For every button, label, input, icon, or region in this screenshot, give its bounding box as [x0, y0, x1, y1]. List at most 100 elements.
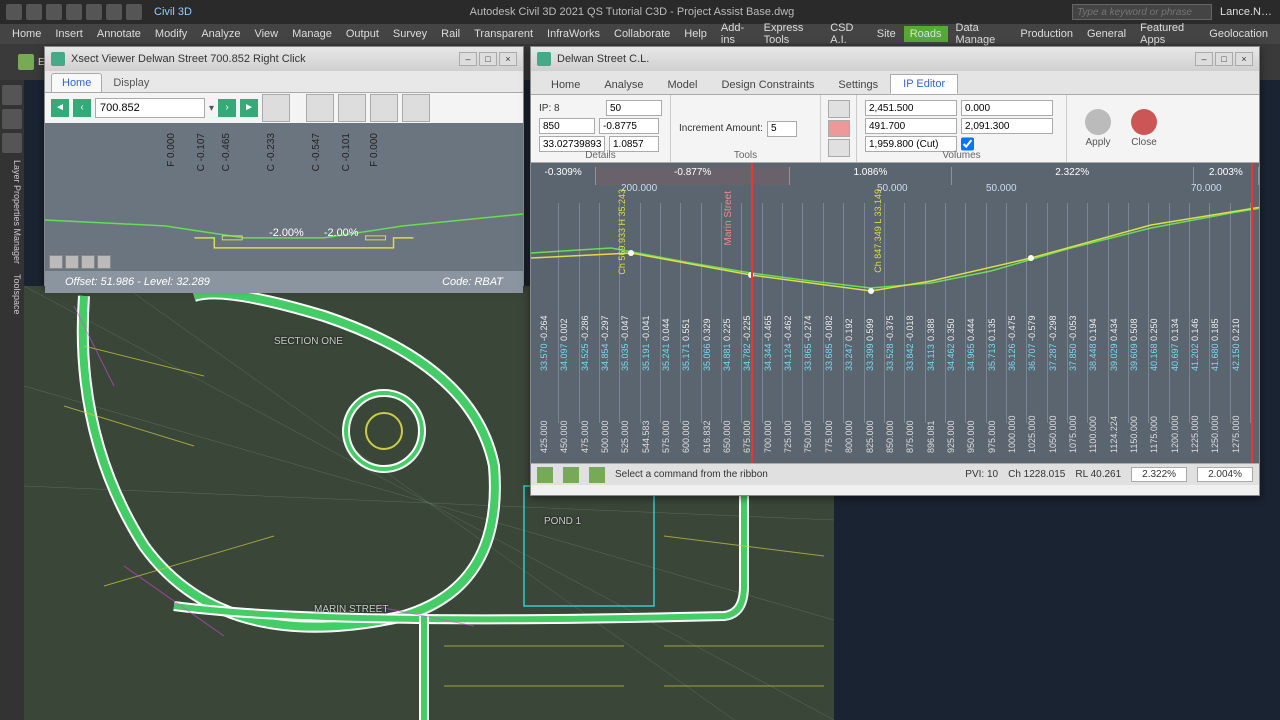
chainage-input[interactable] — [95, 98, 205, 118]
level-value: 35.241 — [661, 355, 681, 371]
prev-arrow-button[interactable]: ◄ — [51, 99, 69, 117]
diff-value: 0.388 — [926, 325, 946, 341]
delete-ip-button[interactable] — [828, 120, 850, 138]
nudge-up-button[interactable] — [828, 100, 850, 118]
diff-value: -0.297 — [600, 325, 620, 341]
tab-display[interactable]: Display — [102, 73, 160, 92]
mini-tool[interactable] — [65, 255, 79, 269]
minimize-button[interactable]: – — [459, 52, 477, 66]
ribbon-tab[interactable]: Transparent — [468, 26, 539, 42]
profile-titlebar[interactable]: Delwan Street C.L. – □ × — [531, 47, 1259, 71]
ribbon-tab[interactable]: Output — [340, 26, 385, 42]
volume-field[interactable] — [865, 118, 957, 134]
qat-btn[interactable] — [86, 4, 102, 20]
ribbon-tab[interactable]: Add-ins — [715, 20, 756, 48]
qat-btn[interactable] — [126, 4, 142, 20]
tab-ip-editor[interactable]: IP Editor — [890, 74, 958, 94]
minimize-button[interactable]: – — [1195, 52, 1213, 66]
ribbon-tab[interactable]: Production — [1014, 26, 1079, 42]
mini-tool[interactable] — [81, 255, 95, 269]
vertical-marker[interactable] — [1251, 163, 1253, 463]
maximize-button[interactable]: □ — [1215, 52, 1233, 66]
volume-field[interactable] — [961, 118, 1053, 134]
xsect-vlabel: C -0.233 — [266, 133, 277, 171]
volume-field[interactable] — [961, 100, 1053, 116]
ribbon-tab[interactable]: Home — [6, 26, 47, 42]
ribbon-tab[interactable]: InfraWorks — [541, 26, 606, 42]
apply-button[interactable]: Apply — [1075, 104, 1121, 154]
ribbon-tab[interactable]: Collaborate — [608, 26, 676, 42]
maximize-button[interactable]: □ — [479, 52, 497, 66]
detail-field[interactable] — [539, 118, 595, 134]
status-icon[interactable] — [537, 467, 553, 483]
qat-btn[interactable] — [106, 4, 122, 20]
ribbon-tab[interactable]: Help — [678, 26, 713, 42]
xsect-tool-button[interactable] — [338, 94, 366, 122]
vbar-btn[interactable] — [2, 85, 22, 105]
next-arrow-button[interactable]: › — [218, 99, 236, 117]
xsect-tool-button[interactable] — [402, 94, 430, 122]
ribbon-tab[interactable]: Express Tools — [758, 20, 823, 48]
mini-tool[interactable] — [97, 255, 111, 269]
user-menu[interactable]: Lance.N… — [1212, 6, 1280, 18]
ribbon-tab[interactable]: Insert — [49, 26, 89, 42]
xsect-canvas[interactable]: -2.00% -2.00% F 0.000C -0.107C -0.465C -… — [45, 123, 523, 293]
vbar-label: Layer Properties Manager — [0, 156, 24, 268]
apply-icon — [1085, 109, 1111, 135]
level-value: 34.782 — [742, 355, 762, 371]
ip-field[interactable] — [606, 100, 662, 116]
profile-chart[interactable]: -0.309% -0.877% 1.086% 2.322% 2.003% 200… — [531, 163, 1259, 463]
xsect-titlebar[interactable]: Xsect Viewer Delwan Street 700.852 Right… — [45, 47, 523, 71]
tab-analyse[interactable]: Analyse — [592, 76, 655, 94]
ribbon-tab[interactable]: Roads — [904, 26, 948, 42]
vbar-btn[interactable] — [2, 109, 22, 129]
chainage-value: 950.000 — [966, 433, 986, 453]
xsect-tool-button[interactable] — [306, 94, 334, 122]
tab-home[interactable]: Home — [539, 76, 592, 94]
close-button[interactable]: × — [1235, 52, 1253, 66]
mini-tool[interactable] — [49, 255, 63, 269]
ribbon-tab[interactable]: Rail — [435, 26, 466, 42]
level-value: 39.609 — [1129, 355, 1149, 371]
tab-design-constraints[interactable]: Design Constraints — [709, 76, 826, 94]
detail-field[interactable] — [599, 118, 659, 134]
ribbon-tab[interactable]: Annotate — [91, 26, 147, 42]
volume-field[interactable] — [865, 100, 957, 116]
ribbon-tab[interactable]: View — [248, 26, 284, 42]
next-arrow-button[interactable]: ► — [240, 99, 258, 117]
chainage-value: 1200.000 — [1170, 433, 1190, 453]
ribbon-tab[interactable]: Survey — [387, 26, 433, 42]
ribbon-tab[interactable]: Modify — [149, 26, 193, 42]
xsect-tool-button[interactable] — [370, 94, 398, 122]
ribbon-tab[interactable]: Manage — [286, 26, 338, 42]
help-search-input[interactable] — [1072, 4, 1212, 20]
ribbon-tab[interactable]: CSD A.I. — [824, 20, 869, 48]
qat-btn[interactable] — [26, 4, 42, 20]
close-button[interactable]: × — [499, 52, 517, 66]
tab-settings[interactable]: Settings — [826, 76, 890, 94]
ribbon-tab[interactable]: Featured Apps — [1134, 20, 1201, 48]
chainage-value: 600.000 — [681, 433, 701, 453]
vbar-btn[interactable] — [2, 133, 22, 153]
prev-arrow-button[interactable]: ‹ — [73, 99, 91, 117]
tab-home[interactable]: Home — [51, 73, 102, 92]
level-value: 34.344 — [763, 355, 783, 371]
status-icon[interactable] — [563, 467, 579, 483]
qat-btn[interactable] — [66, 4, 82, 20]
xsect-tabs: Home Display — [45, 71, 523, 93]
qat-btn[interactable] — [6, 4, 22, 20]
ribbon-tab[interactable]: Analyze — [195, 26, 246, 42]
close-button[interactable]: Close — [1121, 104, 1167, 154]
tab-model[interactable]: Model — [655, 76, 709, 94]
status-icon[interactable] — [589, 467, 605, 483]
xsect-tool-button[interactable] — [262, 94, 290, 122]
diff-value: -0.579 — [1027, 325, 1047, 341]
qat-btn[interactable] — [46, 4, 62, 20]
ribbon-tab[interactable]: Site — [871, 26, 902, 42]
nudge-down-button[interactable] — [828, 139, 850, 157]
ribbon-tab[interactable]: Geolocation — [1203, 26, 1274, 42]
dropdown-icon[interactable]: ▾ — [209, 103, 214, 114]
increment-input[interactable] — [767, 121, 797, 137]
ribbon-tab[interactable]: Data Manage — [950, 20, 1013, 48]
ribbon-tab[interactable]: General — [1081, 26, 1132, 42]
